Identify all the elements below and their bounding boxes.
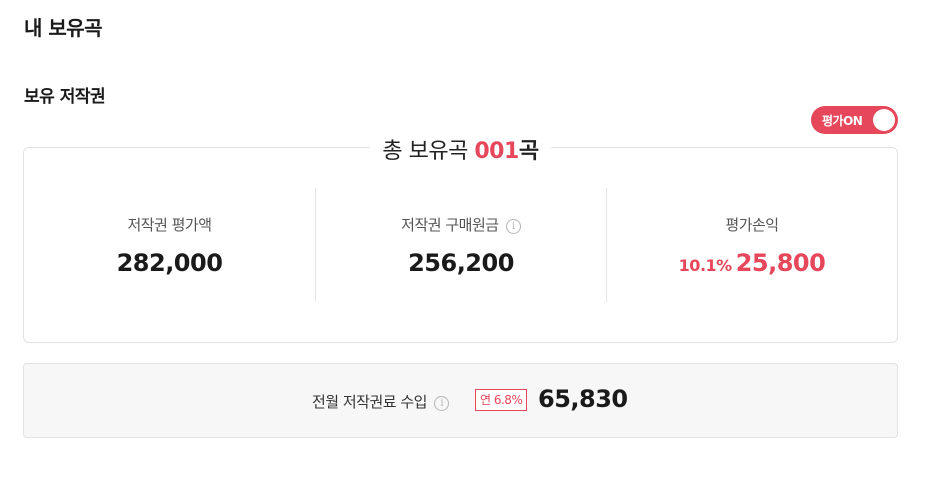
total-songs-suffix: 곡 [518, 139, 539, 164]
page-title: 내 보유곡 [24, 16, 103, 40]
profit-amount: 25,800 [735, 249, 826, 277]
stat-label: 저작권 평가액 [127, 216, 212, 234]
royalty-label: 전월 저작권료 수입 [312, 393, 427, 411]
valuation-toggle[interactable]: 평가ON [811, 106, 898, 134]
profit-rate: 10.1% [678, 256, 733, 275]
total-songs-heading: 총 보유곡 001곡 [24, 133, 897, 165]
stat-value: 282,000 [116, 249, 223, 277]
royalty-label-row: 전월 저작권료 수입 i [312, 391, 450, 412]
stat-profit-loss: 평가손익 10.1% 25,800 [606, 188, 897, 302]
stat-valuation: 저작권 평가액 282,000 [24, 188, 315, 302]
info-icon[interactable]: i [434, 396, 450, 411]
holdings-summary-card: 총 보유곡 001곡 저작권 평가액 282,000 저작권 구매원금 i 25… [23, 133, 898, 343]
stat-label: 저작권 구매원금 [401, 216, 499, 234]
stat-label-row: 저작권 구매원금 i [316, 214, 606, 235]
royalty-amount: 65,830 [538, 385, 628, 413]
valuation-toggle-label: 평가ON [822, 114, 863, 128]
stat-value: 256,200 [408, 249, 514, 277]
total-songs-prefix: 총 보유곡 [382, 139, 475, 164]
section-title: 보유 저작권 [24, 87, 106, 107]
stat-purchase-principal: 저작권 구매원금 i 256,200 [315, 188, 606, 302]
annual-rate-badge: 연 6.8% [475, 389, 528, 411]
stat-value-row: 10.1% 25,800 [607, 249, 897, 277]
stat-label: 평가손익 [725, 216, 779, 234]
monthly-royalty-card: 전월 저작권료 수입 i 연 6.8% 65,830 [23, 363, 898, 438]
total-songs-count: 001 [474, 139, 519, 164]
info-icon[interactable]: i [505, 219, 521, 234]
toggle-knob [873, 109, 895, 131]
